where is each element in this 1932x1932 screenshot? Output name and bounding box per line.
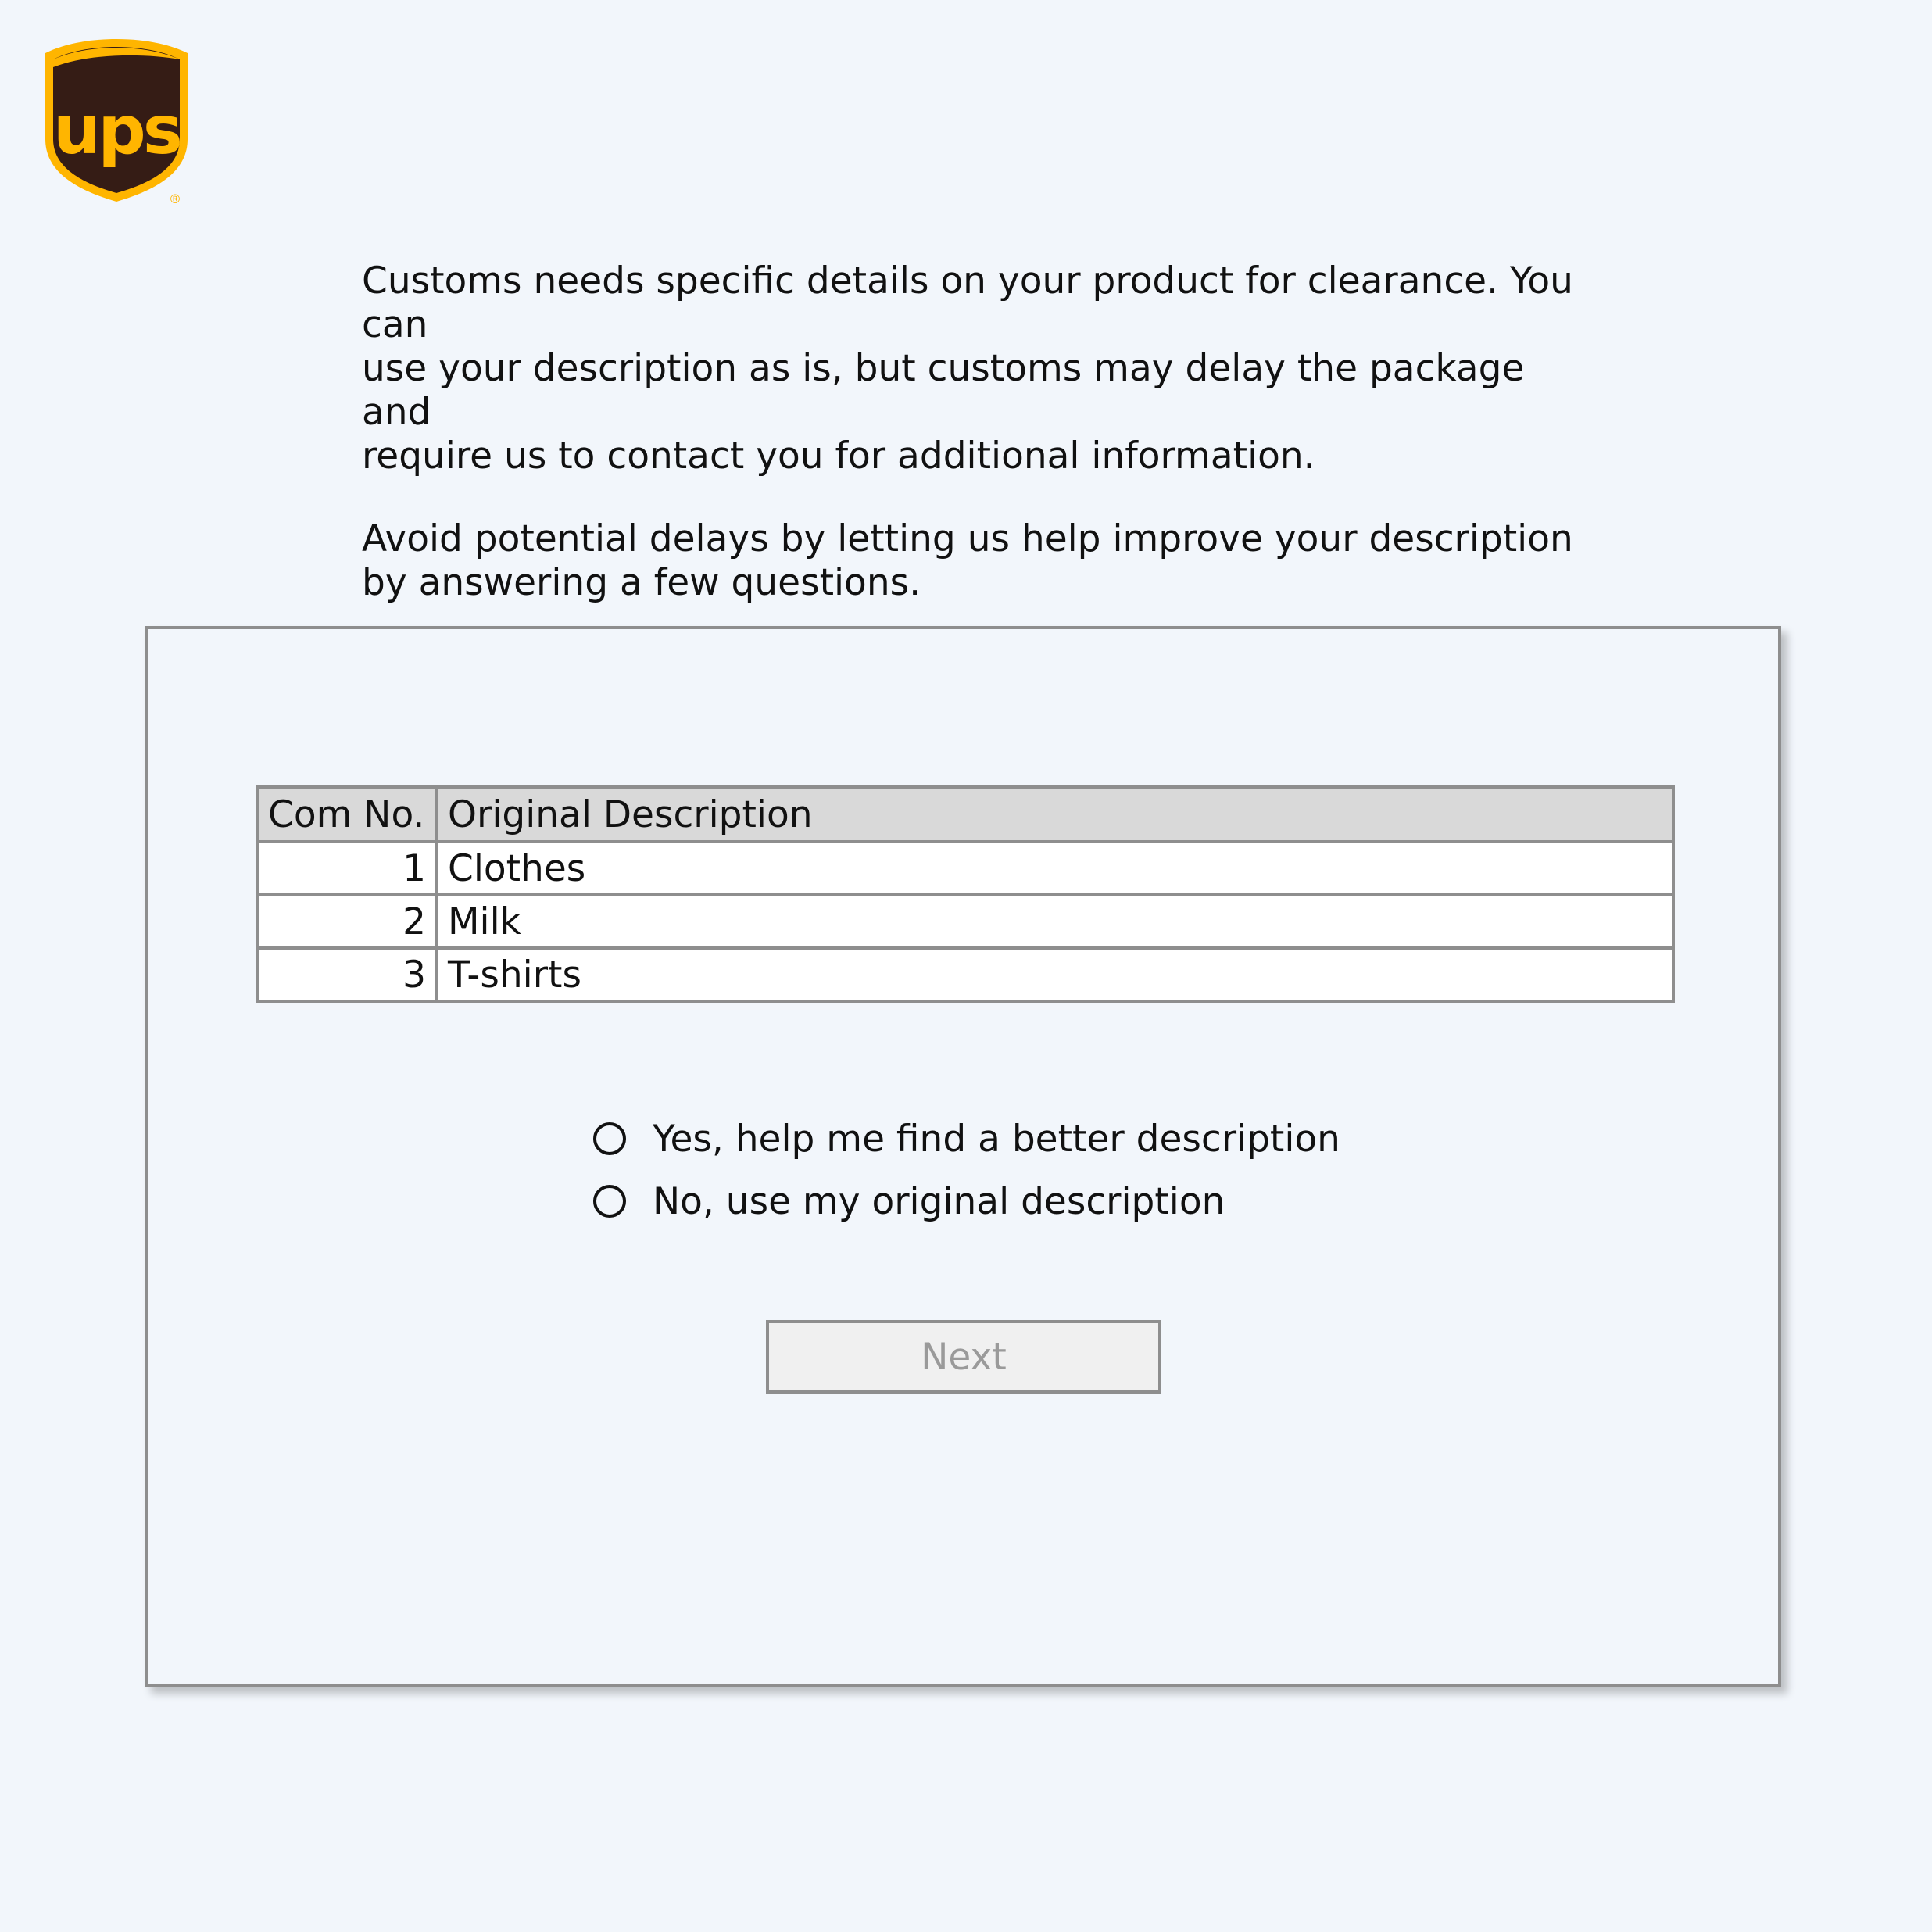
svg-text:ups: ups [53,91,181,170]
cell-com-no: 2 [256,893,438,950]
radio-yes[interactable] [593,1122,626,1155]
next-button[interactable]: Next [766,1320,1161,1394]
cell-com-no: 3 [256,946,438,1003]
option-yes-label[interactable]: Yes, help me find a better description [653,1118,1340,1161]
table-row: 1 Clothes [256,840,1675,896]
option-no-original-description[interactable]: No, use my original description [593,1170,1340,1233]
table-row: 3 T-shirts [256,946,1675,1003]
description-choice-group: Yes, help me find a better description N… [593,1107,1340,1233]
radio-no[interactable] [593,1185,626,1218]
cell-description: T-shirts [435,946,1675,1003]
description-panel: Com No. Original Description 1 Clothes 2… [145,626,1781,1687]
intro-paragraph-avoid-delays: Avoid potential delays by letting us hel… [362,517,1573,604]
ups-logo: ups ® [42,36,191,205]
column-header-original-description: Original Description [435,785,1675,843]
intro-paragraph-customs: Customs needs specific details on your p… [362,259,1573,478]
cell-description: Clothes [435,840,1675,896]
cell-com-no: 1 [256,840,438,896]
table-row: 2 Milk [256,893,1675,950]
table-header-row: Com No. Original Description [256,785,1675,843]
column-header-com-no: Com No. [256,785,438,843]
svg-text:®: ® [169,191,181,205]
commodity-table: Com No. Original Description 1 Clothes 2… [256,785,1675,1003]
cell-description: Milk [435,893,1675,950]
option-yes-better-description[interactable]: Yes, help me find a better description [593,1107,1340,1170]
ups-shield-icon: ups ® [45,39,188,205]
intro-text: Customs needs specific details on your p… [362,259,1581,605]
option-no-label[interactable]: No, use my original description [653,1180,1225,1223]
